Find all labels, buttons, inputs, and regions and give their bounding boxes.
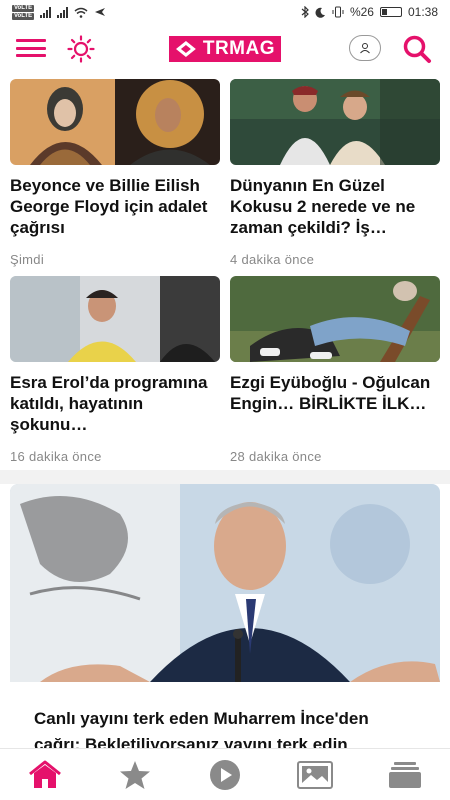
logo-text: TRMAG: [202, 38, 275, 59]
logo-diamond-icon: [175, 41, 196, 57]
play-icon: [210, 759, 240, 790]
article-thumbnail[interactable]: [10, 79, 220, 165]
nav-categories[interactable]: [385, 757, 425, 793]
signal-icon: [40, 6, 52, 18]
article-time: Şimdi: [10, 252, 45, 267]
featured-article-title[interactable]: Canlı yayını terk eden Muharrem İnce'den…: [10, 682, 440, 748]
featured-article-card[interactable]: Canlı yayını terk eden Muharrem İnce'den…: [10, 484, 440, 748]
volte-badge-1: VoLTE: [12, 4, 35, 12]
article-title[interactable]: Esra Erol’da programına katıldı, hayatın…: [10, 372, 220, 435]
article-thumbnail[interactable]: [10, 276, 220, 362]
bottom-navigation: [0, 748, 450, 800]
article-card[interactable]: Esra Erol’da programına katıldı, hayatın…: [10, 276, 220, 464]
article-card[interactable]: Beyonce ve Billie Eilish George Floyd iç…: [10, 79, 220, 267]
status-right: %26 01:38: [301, 5, 438, 19]
sun-icon[interactable]: [67, 35, 95, 63]
status-bar: VoLTE VoLTE %26 01:38: [0, 0, 450, 24]
article-thumbnail[interactable]: [230, 79, 440, 165]
menu-icon[interactable]: [16, 39, 46, 57]
wifi-icon: [74, 7, 88, 18]
nav-videos[interactable]: [205, 757, 245, 793]
site-logo[interactable]: TRMAG: [169, 36, 281, 62]
user-icon: [360, 43, 370, 54]
search-icon[interactable]: [402, 34, 432, 64]
article-time: 16 dakika önce: [10, 449, 102, 464]
featured-article-image[interactable]: [10, 484, 440, 682]
article-title[interactable]: Dünyanın En Güzel Kokusu 2 nerede ve ne …: [230, 175, 440, 238]
signal-icon-2: [57, 6, 69, 18]
nav-home[interactable]: [25, 757, 65, 793]
volte-badges: VoLTE VoLTE: [12, 4, 35, 20]
article-title[interactable]: Ezgi Eyüboğlu - Oğulcan Engin… BİRLİKTE …: [230, 372, 440, 435]
section-divider: [0, 470, 450, 484]
gallery-icon: [297, 760, 333, 789]
article-card[interactable]: Dünyanın En Güzel Kokusu 2 nerede ve ne …: [230, 79, 440, 267]
vibrate-icon: [332, 6, 344, 18]
clock: 01:38: [407, 5, 438, 19]
article-time: 4 dakika önce: [230, 252, 315, 267]
article-thumbnail[interactable]: [230, 276, 440, 362]
status-left: VoLTE VoLTE: [12, 4, 106, 20]
battery-percent: %26: [349, 5, 374, 19]
article-time: 28 dakika önce: [230, 449, 322, 464]
article-card[interactable]: Ezgi Eyüboğlu - Oğulcan Engin… BİRLİKTE …: [230, 276, 440, 464]
navigation-arrow-icon: [95, 8, 106, 16]
news-feed: Beyonce ve Billie Eilish George Floyd iç…: [0, 72, 450, 748]
profile-button[interactable]: [349, 35, 381, 61]
star-icon: [120, 760, 150, 789]
volte-badge-2: VoLTE: [12, 12, 35, 20]
battery-icon: [379, 7, 402, 17]
app-header: TRMAG: [0, 24, 450, 72]
nav-favorites[interactable]: [115, 757, 155, 793]
nav-gallery[interactable]: [295, 757, 335, 793]
stack-icon: [389, 761, 421, 788]
article-title[interactable]: Beyonce ve Billie Eilish George Floyd iç…: [10, 175, 220, 238]
moon-icon: [315, 7, 325, 18]
home-icon: [29, 760, 61, 788]
bluetooth-icon: [301, 6, 309, 18]
